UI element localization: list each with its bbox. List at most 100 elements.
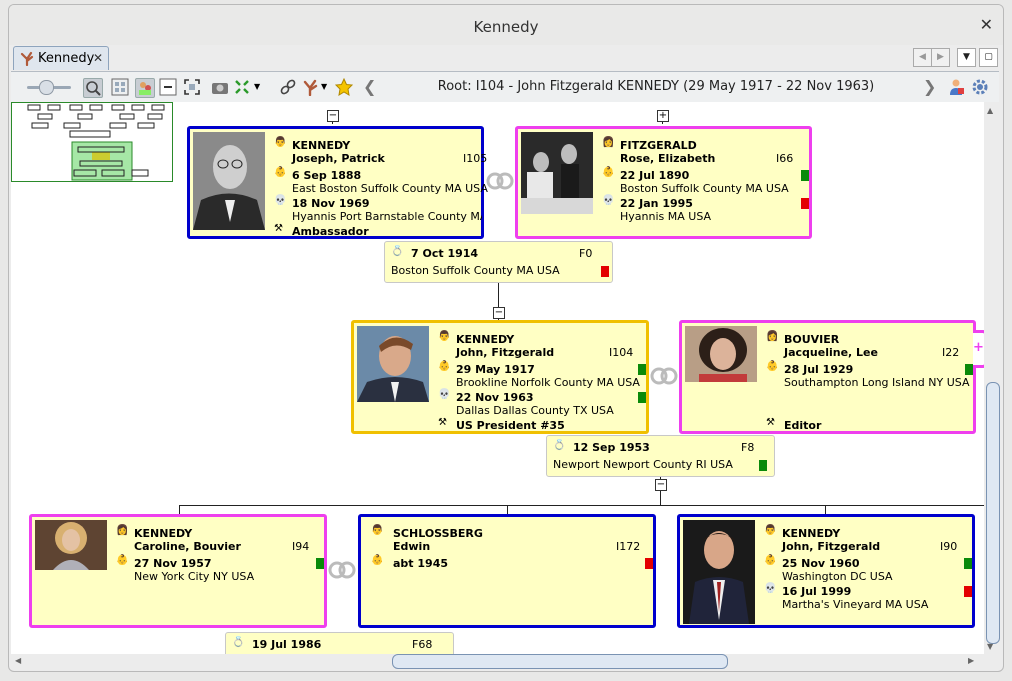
marriage-date: 7 Oct 1914	[411, 247, 479, 260]
occupation-icon: ⚒	[438, 417, 447, 428]
scroll-right-icon[interactable]: ▶	[968, 656, 974, 665]
person-id: I90	[940, 540, 958, 553]
app-window: Kennedy ✕ Kennedy ✕ ◀ ▶ ▼ ▢ ▼ ▼ ❮ Root: …	[8, 4, 1004, 672]
given-name: Joseph, Patrick	[292, 152, 385, 165]
person-card-john-f-kennedy[interactable]: 👨 KENNEDY John, Fitzgerald I104 👶 29 May…	[351, 320, 649, 434]
zoom-icon[interactable]	[83, 78, 103, 98]
root-person-icon[interactable]	[947, 78, 965, 96]
tab-bar: Kennedy ✕ ◀ ▶ ▼ ▢	[9, 45, 1003, 71]
surname: KENNEDY	[134, 527, 193, 540]
collapse-toggle[interactable]: −	[655, 479, 667, 491]
birth-icon: 👶	[438, 361, 451, 372]
family-id: F8	[741, 441, 755, 454]
marriage-date: 19 Jul 1986	[252, 638, 322, 651]
birth-date: 27 Nov 1957	[134, 557, 212, 570]
tab-kennedy[interactable]: Kennedy ✕	[13, 46, 109, 70]
person-id: I66	[776, 152, 794, 165]
male-icon: 👨	[764, 525, 777, 536]
settings-gear-icon[interactable]	[971, 78, 989, 96]
person-photo	[685, 326, 757, 382]
family-card-f8[interactable]: 💍 12 Sep 1953 F8 Newport Newport County …	[546, 435, 775, 477]
overview-icon[interactable]	[111, 78, 129, 96]
photo-toggle-icon[interactable]	[135, 78, 155, 98]
given-name: Edwin	[393, 540, 431, 553]
title-bar: Kennedy ✕	[9, 5, 1003, 45]
source-flag-red	[801, 198, 809, 209]
death-icon: 💀	[274, 195, 287, 206]
tab-scroll-right-icon[interactable]: ▶	[931, 48, 950, 67]
link-icon[interactable]	[279, 78, 297, 96]
death-icon: 💀	[764, 583, 777, 594]
person-card-edwin-schlossberg[interactable]: 👨 SCHLOSSBERG Edwin I172 👶 abt 1945	[358, 514, 656, 628]
family-id: F68	[412, 638, 433, 651]
person-card-joseph-kennedy[interactable]: 👨 KENNEDY Joseph, Patrick I105 👶 6 Sep 1…	[187, 126, 488, 239]
expand-icon[interactable]	[233, 78, 251, 96]
female-icon: 👩	[116, 525, 129, 536]
surname: FITZGERALD	[620, 139, 697, 152]
tree-dropdown-icon[interactable]: ▼	[321, 82, 327, 91]
female-icon: 👩	[602, 137, 615, 148]
occupation-icon: ⚒	[274, 223, 283, 234]
occupation: US President #35	[456, 419, 565, 432]
scroll-left-icon[interactable]: ◀	[15, 656, 21, 665]
death-date: 22 Jan 1995	[620, 197, 693, 210]
collapse-toggle[interactable]: −	[327, 110, 339, 122]
birth-date: 25 Nov 1960	[782, 557, 860, 570]
birth-date: 22 Jul 1890	[620, 169, 690, 182]
death-icon: 💀	[438, 389, 451, 400]
marriage-icon: 💍	[391, 246, 404, 257]
source-flag-green	[759, 460, 767, 471]
fit-icon[interactable]	[183, 78, 201, 96]
marriage-rings-icon	[486, 172, 514, 190]
family-id: F0	[579, 247, 593, 260]
collapse-toggle[interactable]: −	[493, 307, 505, 319]
scroll-up-icon[interactable]: ▲	[987, 106, 993, 115]
person-card-john-f-kennedy-jr[interactable]: 👨 KENNEDY John, Fitzgerald I90 👶 25 Nov …	[677, 514, 975, 628]
source-flag-green	[964, 558, 972, 569]
tree-branch-icon[interactable]	[301, 78, 319, 97]
person-card-jacqueline-bouvier[interactable]: 👩 BOUVIER Jacqueline, Lee I22 👶 28 Jul 1…	[679, 320, 976, 434]
more-spouses-tab[interactable]: +	[973, 330, 984, 368]
person-id: I172	[616, 540, 641, 553]
family-card-f68[interactable]: 💍 19 Jul 1986 F68	[225, 632, 454, 654]
surname: KENNEDY	[456, 333, 515, 346]
horizontal-scroll-thumb[interactable]	[392, 654, 728, 669]
surname: KENNEDY	[292, 139, 351, 152]
fold-icon[interactable]	[159, 78, 177, 96]
given-name: John, Fitzgerald	[782, 540, 881, 553]
vertical-scroll-thumb[interactable]	[986, 382, 1000, 644]
male-icon: 👨	[438, 331, 451, 342]
tab-list-dropdown-icon[interactable]: ▼	[957, 48, 976, 67]
scroll-down-icon[interactable]: ▼	[987, 642, 993, 651]
person-photo	[683, 520, 755, 624]
zoom-slider-thumb[interactable]	[39, 80, 54, 95]
death-place: Martha's Vineyard MA USA	[782, 598, 929, 611]
close-icon[interactable]: ✕	[980, 15, 993, 34]
death-date: 16 Jul 1999	[782, 585, 852, 598]
minimap[interactable]	[11, 102, 173, 182]
camera-icon[interactable]	[211, 78, 229, 96]
horizontal-scrollbar[interactable]: ◀ ▶	[11, 654, 984, 669]
star-icon[interactable]	[334, 77, 354, 96]
maximize-icon[interactable]: ▢	[979, 48, 998, 67]
death-place: Hyannis MA USA	[620, 210, 712, 223]
expand-dropdown-icon[interactable]: ▼	[254, 82, 260, 91]
tab-scroll-left-icon[interactable]: ◀	[913, 48, 932, 67]
vertical-scrollbar[interactable]: ▲ ▼	[984, 102, 1001, 654]
birth-icon: 👶	[766, 361, 779, 372]
expand-toggle[interactable]: +	[657, 110, 669, 122]
tab-close-icon[interactable]: ✕	[93, 51, 103, 65]
tree-canvas[interactable]: − + − − 👨 KENNEDY Joseph, Patrick I105 👶…	[11, 102, 984, 654]
marriage-rings-icon	[328, 561, 356, 579]
person-photo	[35, 520, 107, 570]
family-card-f0[interactable]: 💍 7 Oct 1914 F0 Boston Suffolk County MA…	[384, 241, 613, 283]
person-card-caroline-kennedy[interactable]: 👩 KENNEDY Caroline, Bouvier I94 👶 27 Nov…	[29, 514, 327, 628]
person-card-rose-fitzgerald[interactable]: 👩 FITZGERALD Rose, Elizabeth I66 👶 22 Ju…	[515, 126, 812, 239]
marriage-place: Boston Suffolk County MA USA	[391, 264, 560, 277]
forward-arrow-icon[interactable]: ❯	[923, 77, 936, 96]
back-arrow-icon[interactable]: ❮	[363, 77, 376, 96]
source-flag-red	[645, 558, 653, 569]
given-name: John, Fitzgerald	[456, 346, 555, 359]
surname: KENNEDY	[782, 527, 841, 540]
occupation-icon: ⚒	[766, 417, 775, 428]
